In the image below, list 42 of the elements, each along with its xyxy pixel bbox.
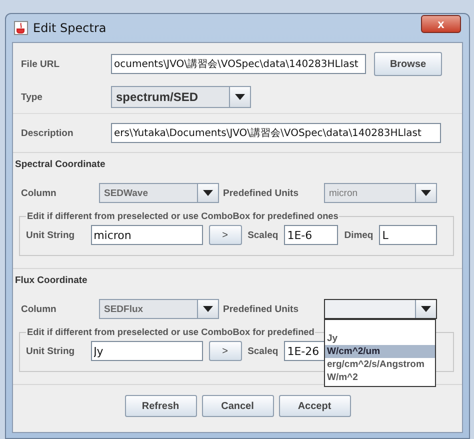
dropdown-arrow-icon bbox=[421, 190, 431, 196]
scaleq-label: Scaleq bbox=[248, 230, 278, 240]
file-url-label: File URL bbox=[20, 58, 61, 70]
unit-string-label: Unit String bbox=[26, 346, 75, 356]
column-dropdown[interactable]: SEDFlux bbox=[99, 299, 219, 319]
dropdown-option[interactable]: W/cm^2/um bbox=[325, 345, 435, 358]
file-url-field[interactable]: ocuments\JVO\講習会\VOSpec\data\140283HLlast bbox=[111, 54, 366, 74]
apply-button[interactable]: > bbox=[208, 341, 242, 361]
predefined-units-label: Predefined Units bbox=[222, 188, 300, 198]
units-dropdown[interactable] bbox=[324, 299, 437, 319]
cup-icon bbox=[14, 21, 28, 35]
unit-string-label: Unit String bbox=[26, 230, 75, 240]
dropdown-option[interactable]: W/m^2 bbox=[325, 371, 435, 384]
dimeq-label: Dimeq bbox=[344, 230, 374, 240]
dialog-button[interactable]: Cancel bbox=[202, 395, 274, 417]
dialog-button[interactable]: Refresh bbox=[124, 395, 196, 417]
dialog-button[interactable]: Accept bbox=[278, 395, 350, 417]
description-label: Description bbox=[20, 128, 74, 138]
browse-button[interactable]: Browse bbox=[374, 52, 442, 76]
column-dropdown[interactable]: SEDWave bbox=[99, 183, 219, 203]
scaleq-field[interactable]: 1E-6 bbox=[284, 225, 338, 245]
group-title: Edit if different from preselected or use ComboBox for predefined bbox=[26, 327, 316, 337]
dropdown-option[interactable]: erg/cm^2/s/Angstrom bbox=[325, 358, 435, 371]
group-title: Edit if different from preselected or use ComboBox for predefined ones bbox=[26, 211, 340, 221]
scaleq-label: Scaleq bbox=[248, 346, 278, 356]
window-title: Edit Spectra bbox=[33, 21, 106, 35]
type-label: Type bbox=[20, 92, 44, 102]
dropdown-arrow-icon bbox=[203, 306, 213, 312]
dropdown-arrow-icon bbox=[421, 306, 431, 312]
section-title: Flux Coordinate bbox=[15, 274, 88, 286]
predefined-units-label: Predefined Units bbox=[222, 304, 300, 314]
dropdown-arrow-icon bbox=[203, 190, 213, 196]
dimeq-field[interactable]: L bbox=[379, 225, 438, 245]
units-dropdown[interactable]: micron bbox=[324, 183, 437, 203]
column-label: Column bbox=[20, 304, 58, 314]
apply-button[interactable]: > bbox=[208, 225, 242, 245]
unit-string-field[interactable]: micron bbox=[90, 225, 203, 245]
dropdown-arrow-icon bbox=[235, 94, 245, 100]
type-dropdown[interactable]: spectrum/SED bbox=[111, 86, 251, 108]
section-title: Spectral Coordinate bbox=[15, 158, 106, 170]
description-field[interactable]: ers\Yutaka\Documents\JVO\講習会\VOSpec\data\140283HLlast bbox=[111, 123, 441, 143]
column-label: Column bbox=[20, 188, 58, 198]
